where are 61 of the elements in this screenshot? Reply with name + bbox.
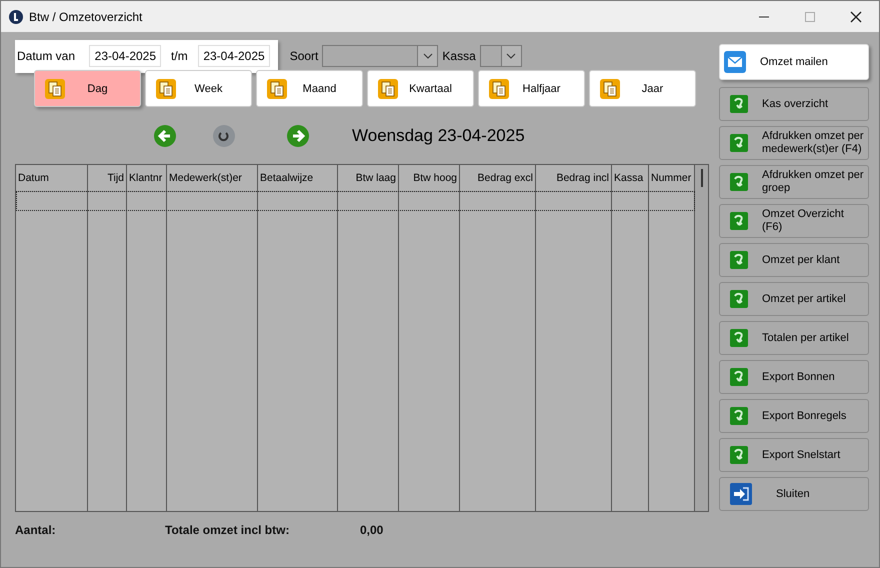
kassa-dropdown[interactable]: [480, 45, 522, 67]
column-header[interactable]: Medewerk(st)er: [167, 165, 257, 192]
current-date: Woensdag 23-04-2025: [352, 126, 525, 146]
clipboard-icon: [489, 78, 509, 98]
action-button[interactable]: Export Snelstart: [719, 438, 869, 472]
action-button[interactable]: Afdrukken omzet per groep: [719, 165, 869, 199]
date-from-label: Datum van: [17, 49, 76, 63]
clipboard-icon: [267, 78, 287, 98]
action-button[interactable]: Omzet mailen: [719, 44, 869, 80]
period-tab[interactable]: Maand: [256, 70, 363, 107]
column-header[interactable]: Klantnr: [127, 165, 166, 192]
soort-label: Soort: [290, 49, 318, 63]
action-button[interactable]: Afdrukken omzet per medewerk(st)er (F4): [719, 126, 869, 160]
selected-row[interactable]: [16, 191, 695, 211]
scrollbar[interactable]: [695, 165, 708, 511]
column-header[interactable]: Btw hoog: [399, 165, 459, 192]
column-header[interactable]: Bedrag excl: [460, 165, 535, 192]
total-label: Totale omzet incl btw:: [165, 523, 290, 537]
date-to-label: t/m: [171, 49, 188, 63]
clipboard-icon: [45, 78, 65, 98]
caret-icon: [422, 53, 433, 59]
soort-dropdown[interactable]: [322, 45, 438, 67]
action-button[interactable]: Omzet Overzicht (F6): [719, 204, 869, 238]
minimize-icon: [759, 16, 769, 18]
action-button[interactable]: Export Bonnen: [719, 360, 869, 394]
period-tab[interactable]: Dag: [34, 70, 141, 107]
period-tab[interactable]: Week: [145, 70, 252, 107]
clipboard-icon: [600, 78, 620, 98]
clipboard-icon: [378, 78, 398, 98]
maximize-icon: [805, 12, 815, 22]
app-logo-icon: [9, 10, 23, 24]
column-header[interactable]: Kassa: [612, 165, 648, 192]
action-button[interactable]: Export Bonregels: [719, 399, 869, 433]
count-label: Aantal:: [15, 523, 57, 537]
date-to-field[interactable]: 23-04-2025: [198, 45, 270, 67]
action-button[interactable]: Kas overzicht: [719, 87, 869, 121]
clipboard-icon: [156, 78, 176, 98]
envelope-icon: [724, 51, 746, 73]
column-header[interactable]: Datum: [16, 165, 87, 192]
action-button[interactable]: Omzet per klant: [719, 243, 869, 277]
action-button[interactable]: Omzet per artikel: [719, 282, 869, 316]
close-icon: [850, 10, 862, 22]
refresh-button[interactable]: [212, 124, 236, 148]
action-button[interactable]: Totalen per artikel: [719, 321, 869, 355]
action-button[interactable]: Sluiten: [719, 477, 869, 511]
period-tab[interactable]: Jaar: [589, 70, 696, 107]
next-button[interactable]: [286, 124, 310, 148]
total-value: 0,00: [360, 523, 384, 537]
column-header[interactable]: Bedrag incl: [536, 165, 611, 192]
period-tab[interactable]: Halfjaar: [478, 70, 585, 107]
column-header[interactable]: Tijd: [88, 165, 126, 192]
column-header[interactable]: Nummer: [649, 165, 694, 192]
exit-icon: [730, 483, 752, 505]
column-header[interactable]: Betaalwijze: [258, 165, 337, 192]
window-title: Btw / Omzetoverzicht: [29, 10, 144, 24]
period-tab[interactable]: Kwartaal: [367, 70, 474, 107]
date-from-field[interactable]: 23-04-2025: [89, 45, 162, 67]
previous-button[interactable]: [153, 124, 177, 148]
column-header[interactable]: Btw laag: [338, 165, 398, 192]
kassa-label: Kassa: [442, 49, 476, 63]
caret-icon: [506, 53, 516, 59]
